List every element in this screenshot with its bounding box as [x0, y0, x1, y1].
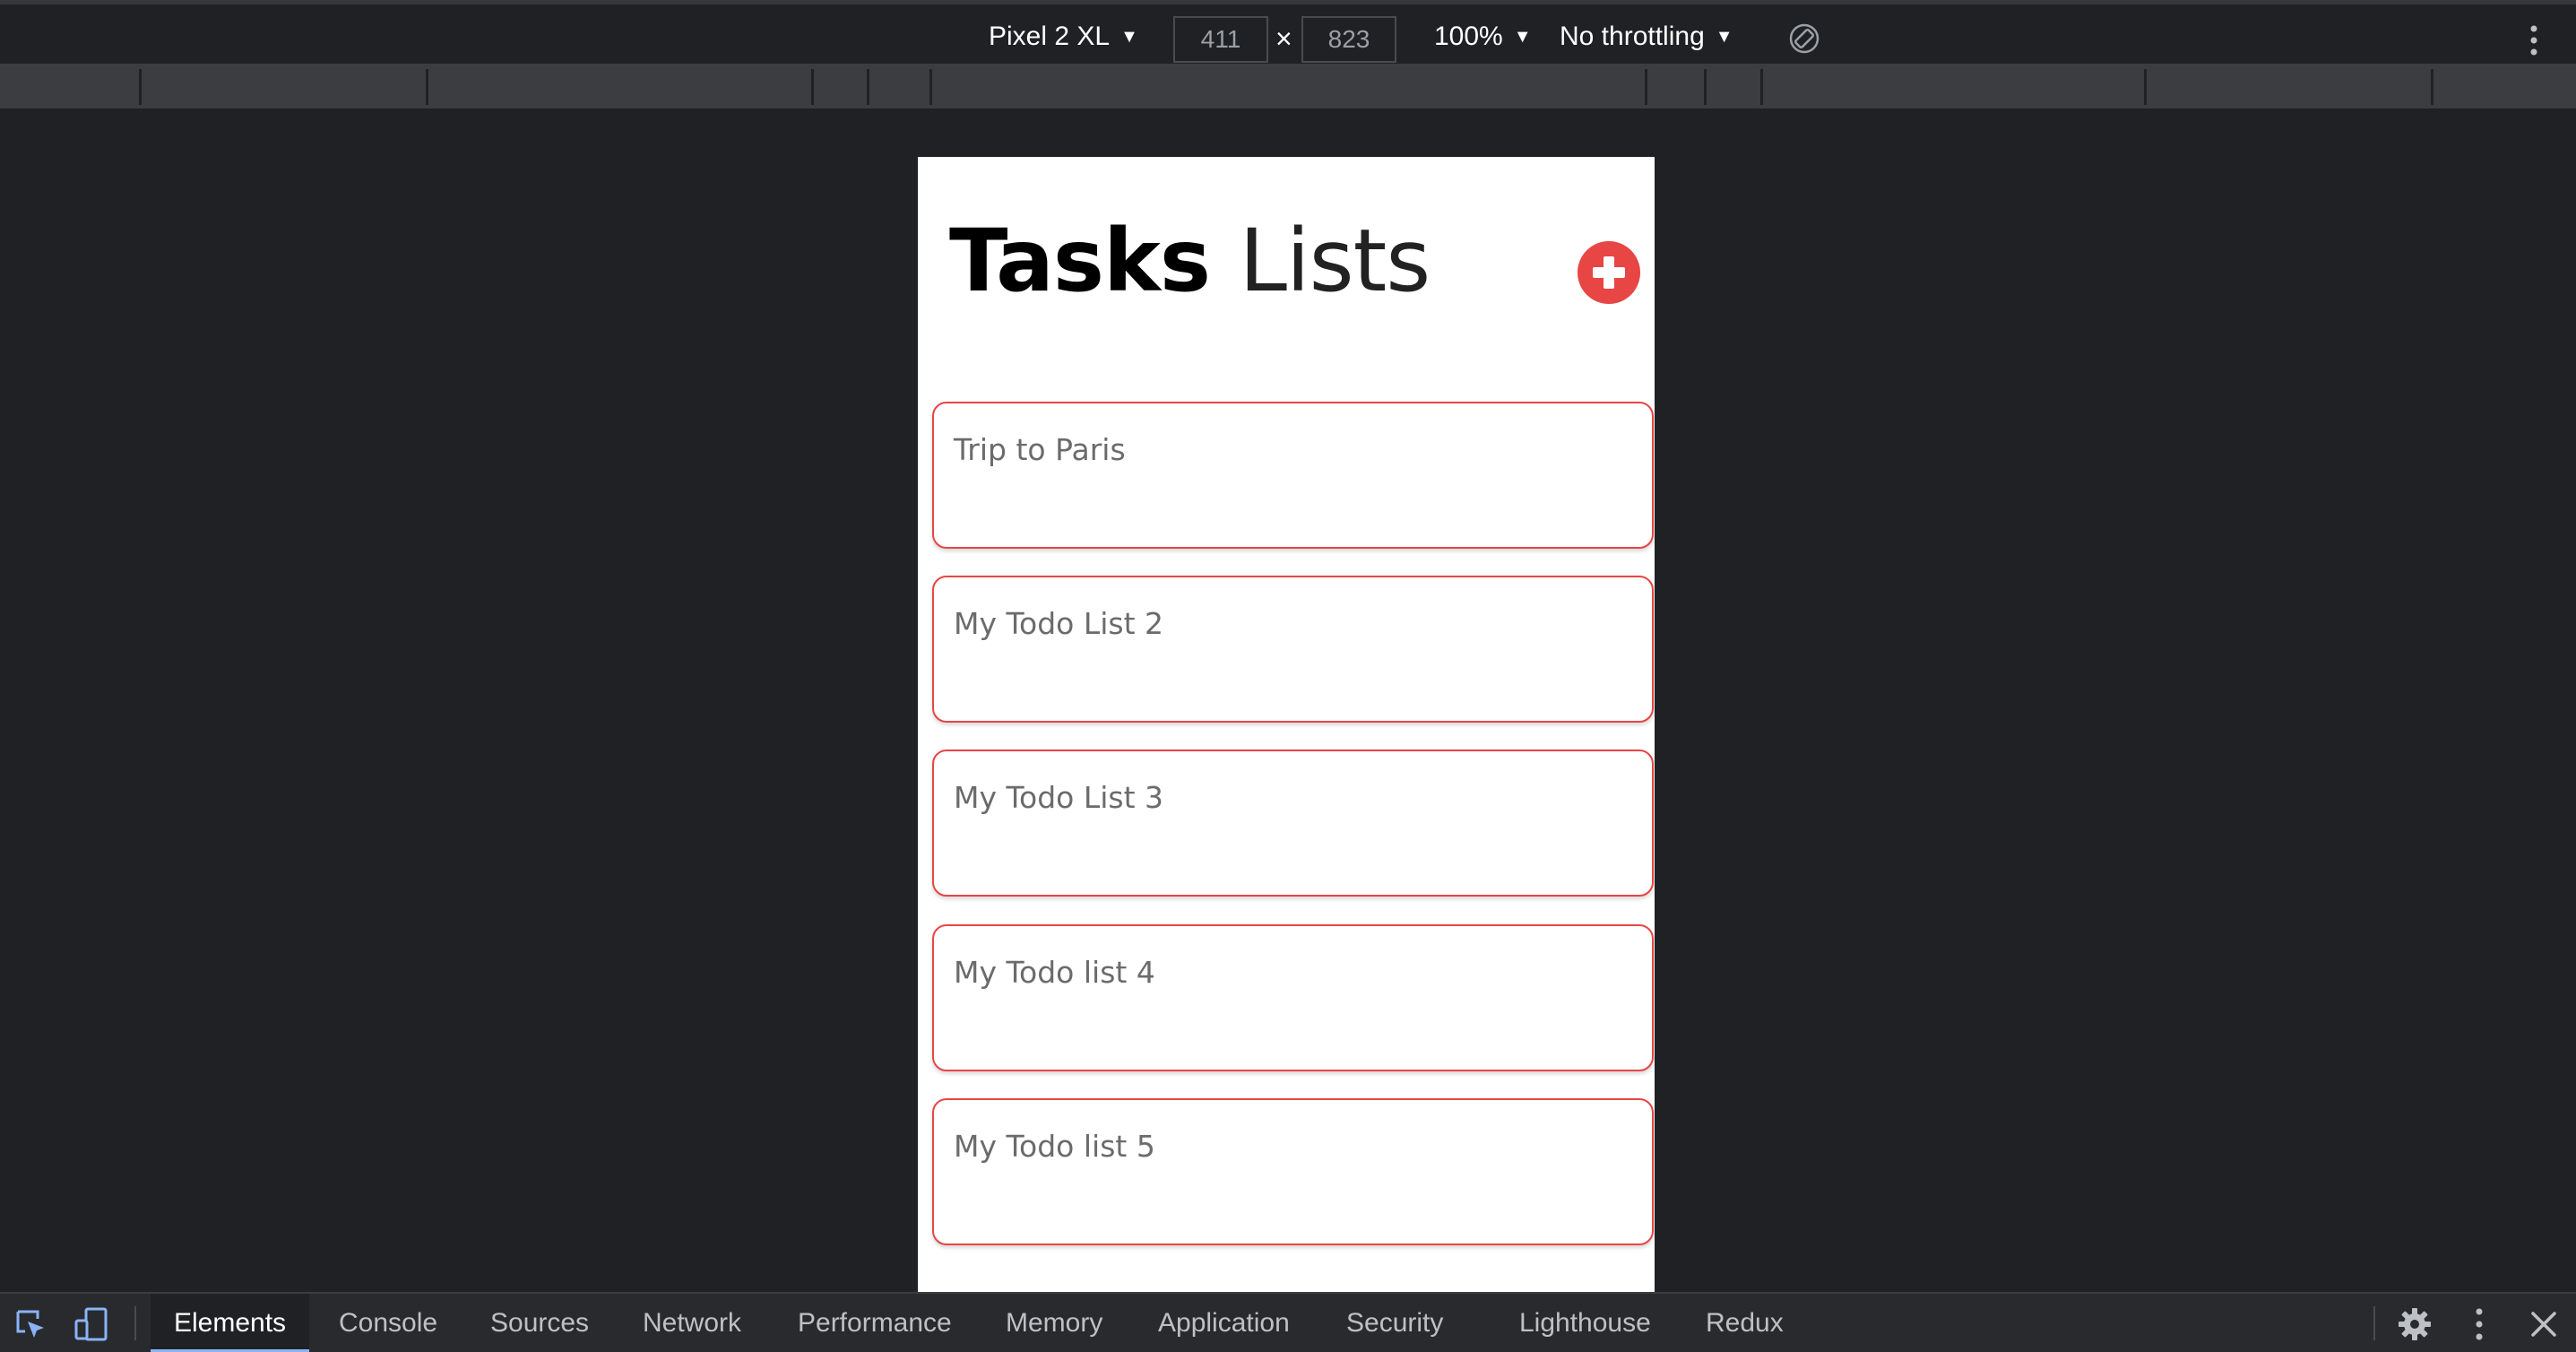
tab-memory[interactable]: Memory: [1006, 1294, 1102, 1352]
throttling-select[interactable]: No throttling ▼: [1560, 19, 1733, 55]
list-item[interactable]: Trip to Paris: [932, 402, 1654, 549]
devtools-tab-bar: Elements Console Sources Network Perform…: [0, 1292, 2576, 1352]
device-toggle-icon[interactable]: [73, 1306, 109, 1342]
gear-icon[interactable]: [2397, 1306, 2433, 1342]
zoom-select[interactable]: 100% ▼: [1434, 19, 1532, 55]
tab-elements[interactable]: Elements: [151, 1294, 310, 1352]
media-query-segment[interactable]: [811, 69, 867, 105]
viewport-height-input[interactable]: 823: [1301, 16, 1396, 63]
plus-icon: [1593, 256, 1625, 289]
list-item-title: My Todo List 3: [954, 780, 1164, 815]
throttling-select-label: No throttling: [1560, 22, 1705, 51]
media-query-segment[interactable]: [426, 69, 811, 105]
list-item[interactable]: My Todo list 4: [932, 924, 1654, 1071]
kebab-menu-icon[interactable]: [2461, 1306, 2497, 1342]
list-item-title: My Todo List 2: [954, 606, 1164, 641]
inspect-element-icon[interactable]: [13, 1306, 48, 1342]
tab-redux[interactable]: Redux: [1706, 1294, 1784, 1352]
tab-console[interactable]: Console: [339, 1294, 437, 1352]
zoom-select-label: 100%: [1434, 22, 1503, 51]
media-query-segment[interactable]: [139, 69, 426, 105]
list-item-title: My Todo list 5: [954, 1129, 1155, 1164]
chevron-down-icon: ▼: [1120, 27, 1138, 47]
media-query-segment[interactable]: [1645, 69, 1704, 105]
list-item-title: My Todo list 4: [954, 955, 1155, 990]
tab-sources[interactable]: Sources: [490, 1294, 589, 1352]
list-item[interactable]: My Todo List 3: [932, 750, 1654, 897]
device-select-label: Pixel 2 XL: [989, 22, 1111, 51]
close-icon[interactable]: [2526, 1306, 2562, 1342]
toolbar-divider: [2373, 1306, 2375, 1340]
app-screen: Tasks Lists Trip to Paris My Todo List 2…: [918, 157, 1655, 1292]
tab-application[interactable]: Application: [1158, 1294, 1290, 1352]
emulated-viewport-area: Tasks Lists Trip to Paris My Todo List 2…: [0, 108, 2576, 1292]
add-list-button[interactable]: [1578, 241, 1640, 304]
toolbar-divider: [134, 1306, 136, 1340]
chevron-down-icon: ▼: [1715, 27, 1733, 47]
page-title: Tasks Lists: [949, 218, 1431, 304]
media-query-segment[interactable]: [867, 69, 929, 105]
list-item[interactable]: My Todo list 5: [932, 1098, 1654, 1245]
tab-security[interactable]: Security: [1346, 1294, 1443, 1352]
media-query-segment[interactable]: [2431, 69, 2574, 105]
chevron-down-icon: ▼: [1513, 27, 1532, 47]
media-query-bar: [0, 65, 2576, 108]
kebab-menu-icon[interactable]: [2524, 24, 2544, 56]
tab-performance[interactable]: Performance: [798, 1294, 952, 1352]
rotate-icon[interactable]: [1786, 21, 1822, 56]
page-title-bold: Tasks: [949, 211, 1211, 311]
page-title-light: Lists: [1239, 211, 1431, 311]
media-query-segment[interactable]: [2144, 69, 2431, 105]
device-select[interactable]: Pixel 2 XL ▼: [989, 19, 1138, 55]
device-toolbar: Pixel 2 XL ▼ 411 × 823 100% ▼ No throttlin…: [0, 0, 2576, 65]
list-item-title: Trip to Paris: [954, 432, 1126, 467]
tab-lighthouse[interactable]: Lighthouse: [1519, 1294, 1651, 1352]
list-item[interactable]: My Todo List 2: [932, 576, 1654, 723]
media-query-segment[interactable]: [929, 69, 1645, 105]
viewport-width-input[interactable]: 411: [1173, 16, 1268, 63]
tab-network[interactable]: Network: [643, 1294, 741, 1352]
dimension-separator: ×: [1275, 22, 1292, 55]
media-query-segment[interactable]: [1760, 69, 2144, 105]
media-query-segment[interactable]: [1704, 69, 1760, 105]
